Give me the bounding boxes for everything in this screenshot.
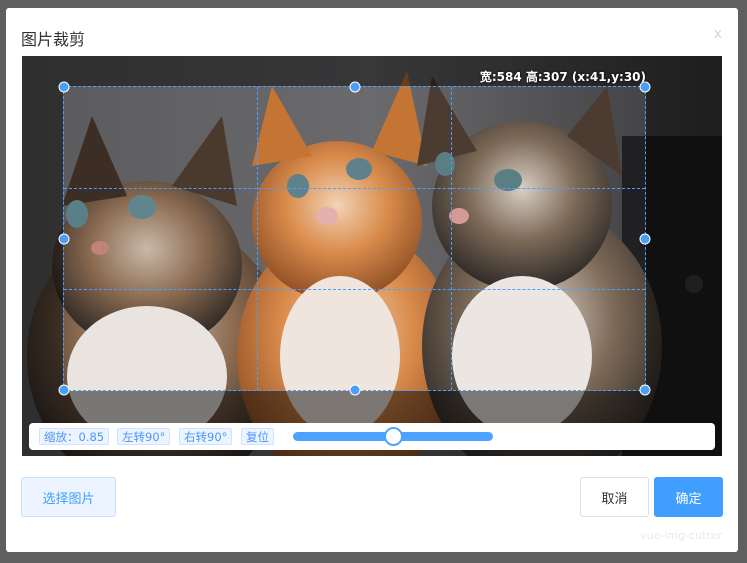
crop-handle-middle-left[interactable] — [58, 233, 70, 244]
grid-line-horizontal-2 — [64, 288, 645, 290]
crop-handle-bottom-left[interactable] — [58, 384, 70, 396]
dialog-title: 图片裁剪 — [21, 30, 86, 49]
watermark-text: vue-img-cutter — [640, 529, 722, 542]
crop-mask-left — [22, 86, 63, 391]
close-icon[interactable]: x — [714, 26, 722, 42]
crop-size-info: 宽:584 高:307 (x:41,y:30) — [479, 70, 646, 84]
zoom-indicator: 缩放：0.85 — [39, 428, 110, 445]
choose-image-button[interactable]: 选择图片 — [21, 477, 116, 517]
confirm-button[interactable]: 确定 — [654, 477, 723, 517]
crop-handle-bottom-middle[interactable] — [349, 384, 360, 396]
crop-mask-right — [646, 86, 722, 391]
zoom-slider[interactable] — [293, 427, 493, 446]
grid-line-horizontal-1 — [64, 187, 645, 189]
reset-button[interactable]: 复位 — [241, 428, 274, 445]
cropper-toolbar: 缩放：0.85 左转90° 右转90° 复位 — [29, 423, 715, 450]
crop-handle-middle-right[interactable] — [639, 233, 651, 244]
rotate-right-button[interactable]: 右转90° — [179, 428, 233, 445]
crop-box[interactable] — [58, 81, 651, 396]
grid-line-vertical-2 — [450, 87, 452, 390]
zoom-slider-thumb[interactable] — [384, 427, 403, 446]
grid-line-vertical-1 — [257, 87, 259, 390]
crop-stage[interactable]: 宽:584 高:307 (x:41,y:30) 缩放：0.85 左转90° 右转… — [22, 56, 722, 456]
cancel-button[interactable]: 取消 — [580, 477, 649, 517]
crop-handle-bottom-right[interactable] — [639, 384, 651, 396]
crop-handle-top-middle[interactable] — [349, 81, 360, 93]
image-crop-dialog: 图片裁剪 x 宽:584 高:307 (x:41,y:30) 缩放：0.85 左… — [6, 8, 738, 552]
rotate-left-button[interactable]: 左转90° — [117, 428, 171, 445]
crop-handle-top-left[interactable] — [58, 81, 70, 93]
